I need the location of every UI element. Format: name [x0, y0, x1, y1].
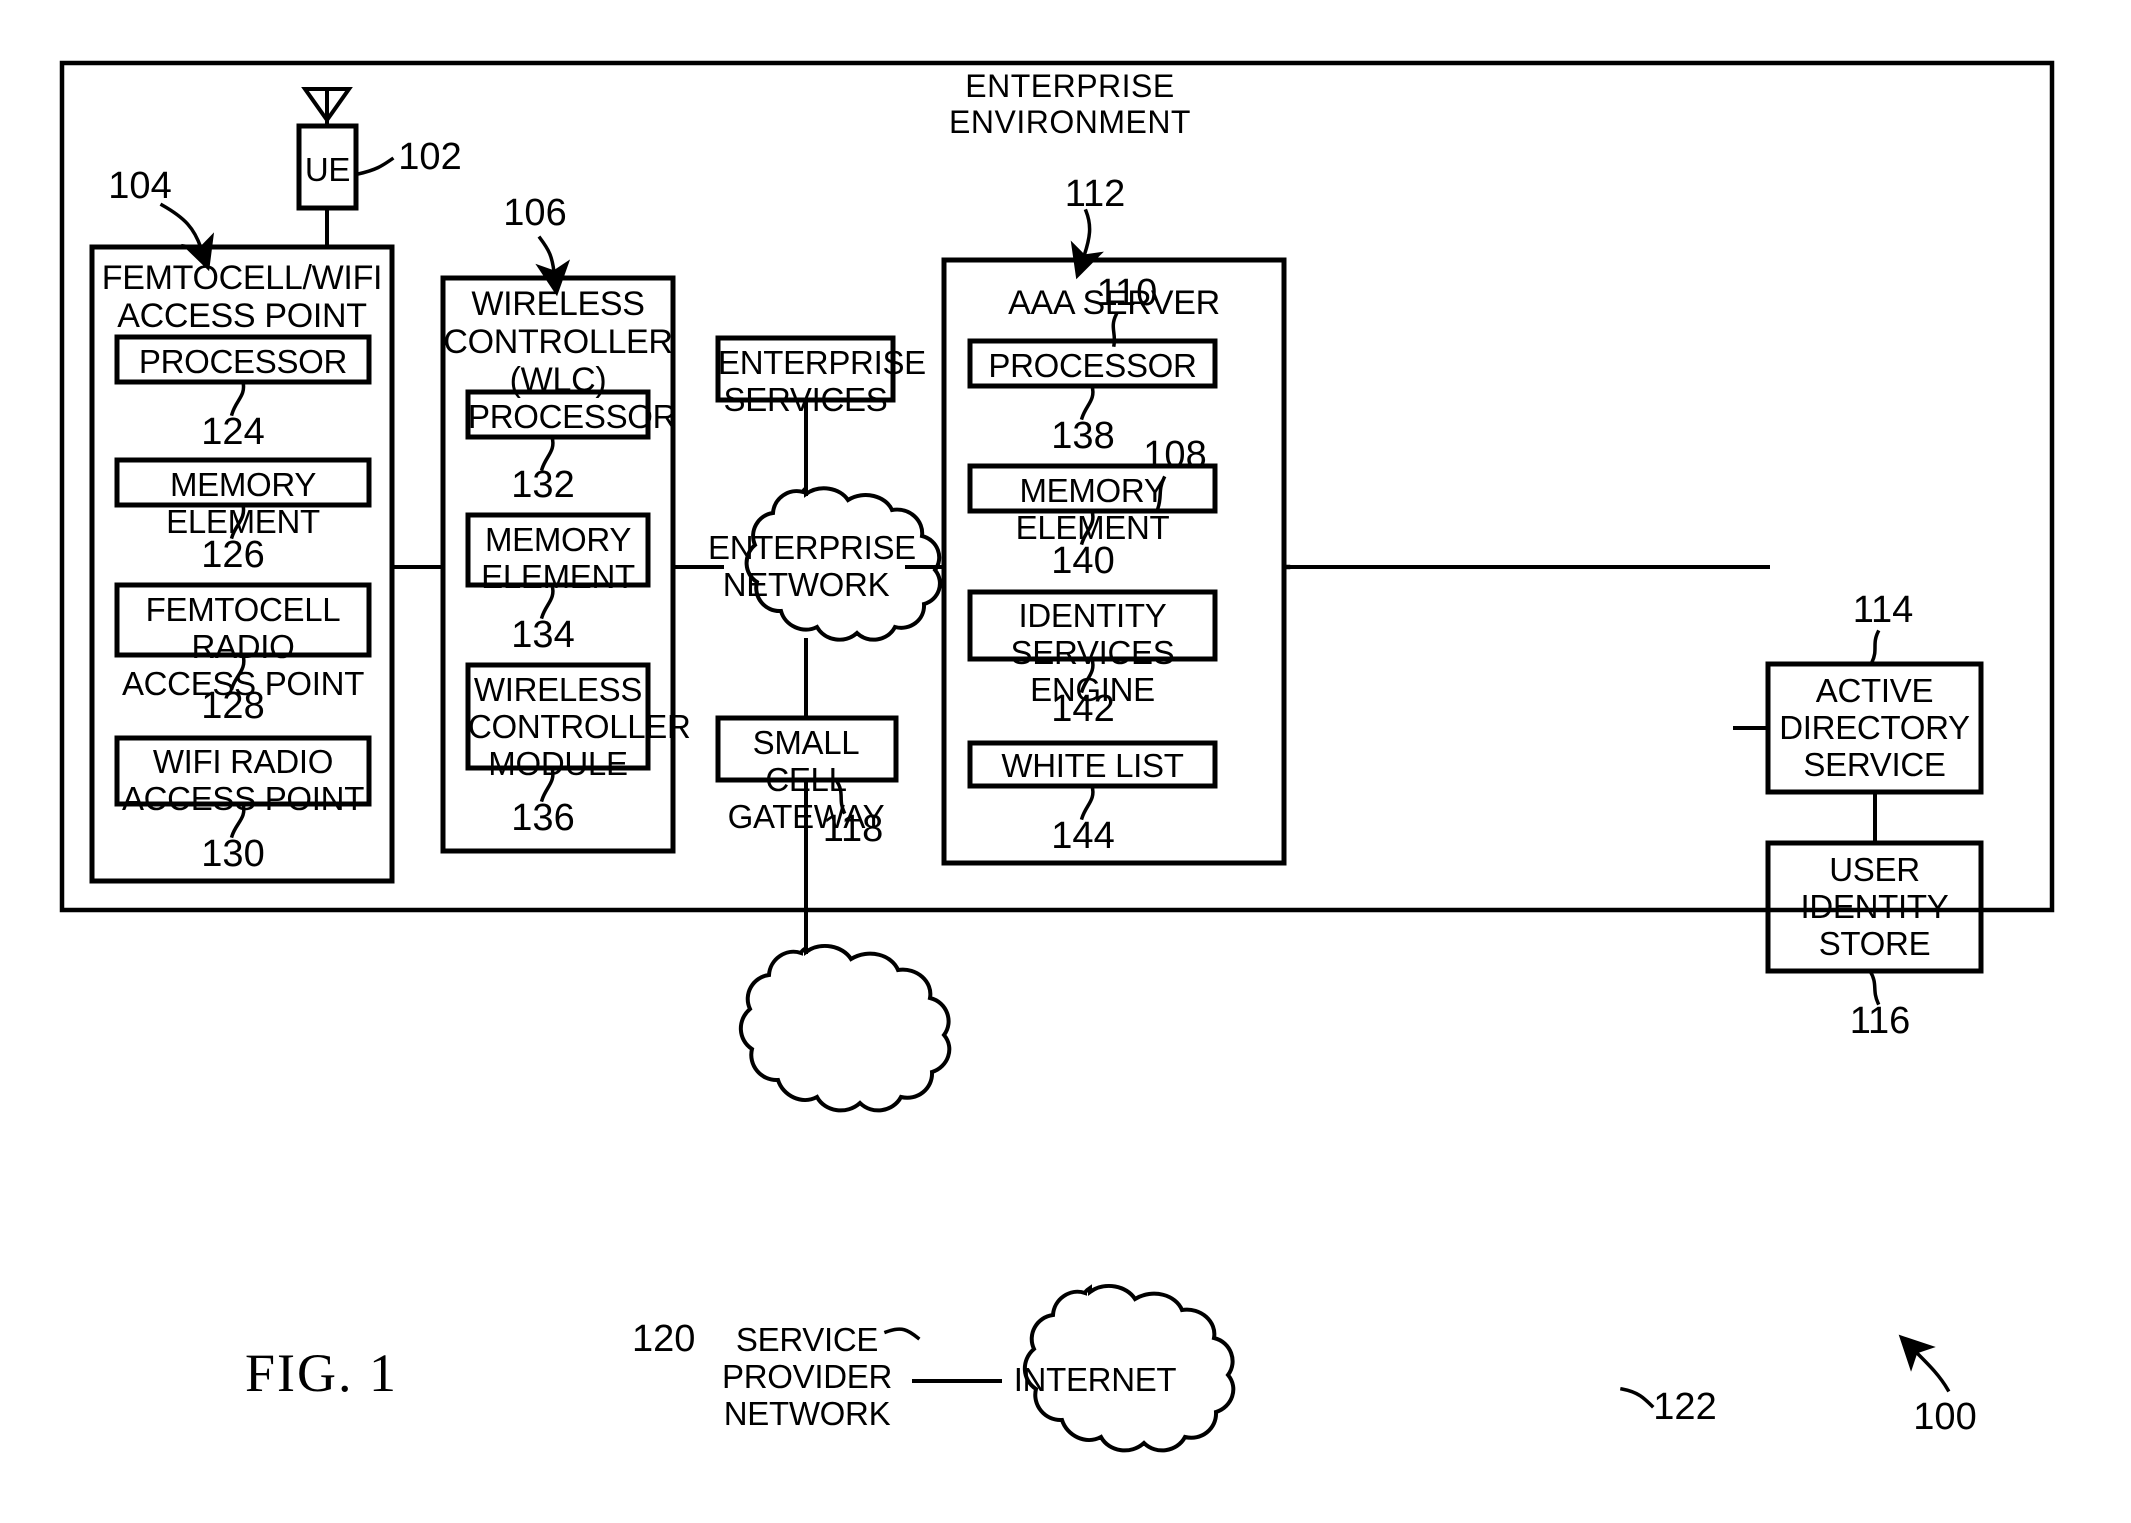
aaa-whitelist-label: WHITE LIST [1001, 747, 1184, 784]
ap-memory-ref: 126 [201, 534, 265, 576]
ap-wifi-radio-ref: 130 [201, 833, 265, 875]
figure-label: FIG. 1 [245, 1343, 399, 1403]
aaa-memory-label: MEMORY ELEMENT [1015, 472, 1170, 546]
user-identity-store-label: USER IDENTITY STORE [1800, 851, 1949, 962]
ue-ref-leader [355, 156, 395, 177]
system-ref-leader [1898, 1334, 1951, 1393]
internet-ref-leader [1619, 1386, 1655, 1409]
enterprise-network-label: ENTERPRISE NETWORK [708, 529, 916, 603]
wlc-processor-label: PROCESSOR [468, 398, 677, 435]
aaa-server-ref: 112 [1064, 173, 1126, 215]
wlc-processor-ref: 132 [511, 464, 575, 506]
ue-ref: 102 [398, 136, 462, 178]
internet-label: INTERNET [1013, 1361, 1177, 1398]
user-identity-store-ref: 116 [1849, 1000, 1911, 1042]
wlc-ref-leader [535, 235, 571, 297]
access-point-ref: 104 [108, 165, 172, 207]
aaa-memory-ref: 140 [1051, 540, 1115, 582]
active-directory-ref: 114 [1852, 589, 1914, 631]
uis-ref-leader [1867, 968, 1881, 1006]
active-directory-label: ACTIVE DIRECTORY SERVICE [1779, 672, 1970, 783]
enterprise-network-ref: 108 [1143, 434, 1207, 476]
environment-title: ENTERPRISE ENVIRONMENT [949, 68, 1191, 140]
ue-label: UE [304, 151, 351, 188]
aaa-ise-ref: 142 [1051, 688, 1115, 730]
ap-wifi-radio-label: WIFI RADIO ACCESS POINT [121, 743, 365, 817]
ap-processor-ref: 124 [201, 411, 265, 453]
wlc-module-label: WIRELESS CONTROLLER MODULE [468, 671, 691, 782]
wlc-ref: 106 [503, 192, 567, 234]
ap-processor-label: PROCESSOR [138, 343, 348, 380]
aaa-processor-label: PROCESSOR [988, 347, 1197, 384]
aaa-processor-ref: 138 [1051, 415, 1115, 457]
ue-antenna-icon [301, 87, 353, 128]
ap-ref-leader [159, 202, 215, 272]
enterprise-services-label: ENTERPRISE SERVICES [718, 344, 926, 418]
wlc-module-ref: 136 [511, 797, 575, 839]
ap-femtocell-radio-ref: 128 [201, 685, 265, 727]
wlc-memory-ref: 134 [511, 614, 575, 656]
aaa-ref-leader [1070, 208, 1104, 280]
small-cell-gateway-ref: 118 [822, 808, 884, 850]
aaa-server-title: AAA SERVER [1008, 284, 1220, 322]
internet-ref: 122 [1653, 1386, 1717, 1428]
ad-ref-leader [1869, 629, 1881, 665]
system-ref-number: 100 [1913, 1396, 1977, 1438]
wlc-title: WIRELESS CONTROLLER (WLC) [443, 285, 673, 400]
aaa-whitelist-ref: 144 [1051, 815, 1115, 857]
ap-memory-label: MEMORY ELEMENT [166, 466, 320, 540]
wlc-memory-label: MEMORY ELEMENT [481, 521, 635, 595]
patent-figure-1: ENTERPRISE ENVIRONMENT UE 102 104 FEMTOC… [0, 0, 2131, 1523]
service-provider-cloud [738, 943, 952, 1113]
service-provider-network-label: SERVICE PROVIDER NETWORK [722, 1321, 892, 1432]
access-point-title: FEMTOCELL/WIFI ACCESS POINT [101, 259, 383, 336]
